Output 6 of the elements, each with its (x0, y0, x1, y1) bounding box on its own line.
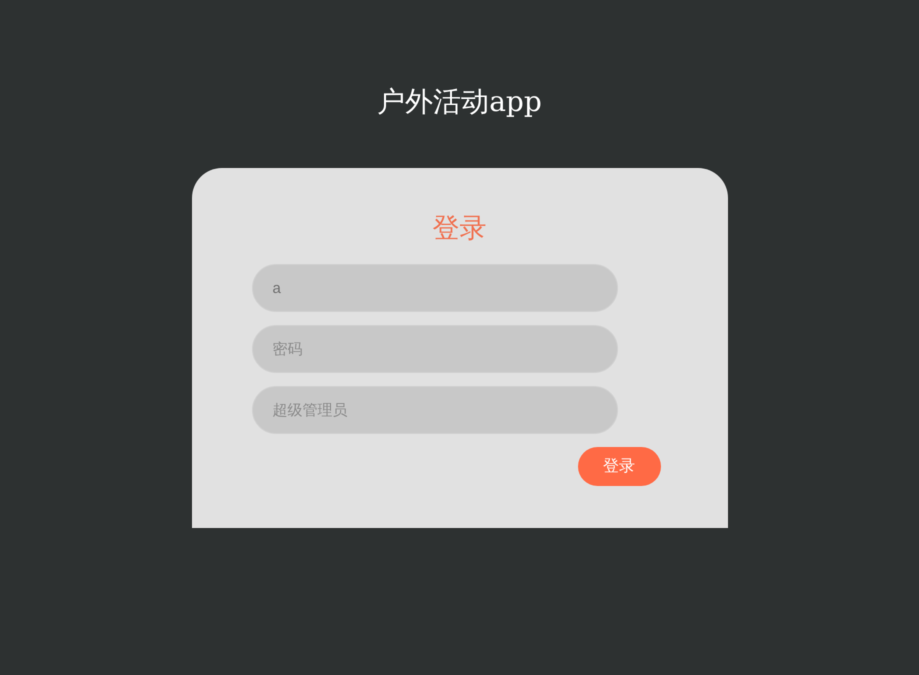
app-title: 户外活动app (377, 84, 542, 120)
input-field[interactable]: a (252, 264, 618, 312)
login-heading: 登录 (432, 212, 486, 245)
login-button[interactable]: 登录 (578, 447, 660, 486)
password-field[interactable]: 密码 (252, 325, 618, 373)
input-field[interactable]: 超级管理员 (252, 386, 618, 434)
